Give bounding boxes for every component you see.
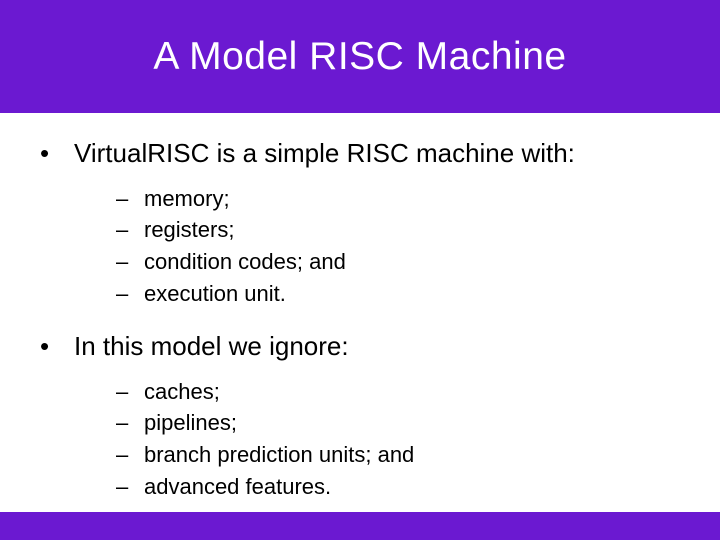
bullet-dot-icon: • — [40, 331, 74, 362]
dash-icon: – — [116, 217, 144, 243]
bullet-dot-icon: • — [40, 138, 74, 169]
bullet-level2: – registers; — [116, 215, 720, 245]
slide-title: A Model RISC Machine — [153, 35, 566, 79]
dash-icon: – — [116, 249, 144, 275]
footer-band — [0, 512, 720, 540]
sub-bullet-text: pipelines; — [144, 408, 237, 438]
bullet-level1: • VirtualRISC is a simple RISC machine w… — [40, 137, 720, 170]
sub-bullet-text: memory; — [144, 184, 230, 214]
sub-bullet-text: caches; — [144, 377, 220, 407]
bullet-level2: – advanced features. — [116, 472, 720, 502]
dash-icon: – — [116, 186, 144, 212]
sub-bullet-text: execution unit. — [144, 279, 286, 309]
sub-bullet-text: branch prediction units; and — [144, 440, 414, 470]
bullet-level2: – pipelines; — [116, 408, 720, 438]
sub-bullet-text: registers; — [144, 215, 234, 245]
bullet-level1: • In this model we ignore: — [40, 330, 720, 363]
sublist: – caches; – pipelines; – branch predicti… — [116, 377, 720, 502]
sublist: – memory; – registers; – condition codes… — [116, 184, 720, 309]
dash-icon: – — [116, 442, 144, 468]
dash-icon: – — [116, 410, 144, 436]
bullet-text: In this model we ignore: — [74, 330, 349, 363]
sub-bullet-text: advanced features. — [144, 472, 331, 502]
slide: A Model RISC Machine • VirtualRISC is a … — [0, 0, 720, 540]
bullet-level2: – branch prediction units; and — [116, 440, 720, 470]
bullet-text: VirtualRISC is a simple RISC machine wit… — [74, 137, 575, 170]
dash-icon: – — [116, 379, 144, 405]
bullet-level2: – caches; — [116, 377, 720, 407]
bullet-level2: – memory; — [116, 184, 720, 214]
bullet-level2: – execution unit. — [116, 279, 720, 309]
slide-content: • VirtualRISC is a simple RISC machine w… — [0, 113, 720, 502]
bullet-level2: – condition codes; and — [116, 247, 720, 277]
title-band: A Model RISC Machine — [0, 0, 720, 113]
dash-icon: – — [116, 281, 144, 307]
dash-icon: – — [116, 474, 144, 500]
sub-bullet-text: condition codes; and — [144, 247, 346, 277]
